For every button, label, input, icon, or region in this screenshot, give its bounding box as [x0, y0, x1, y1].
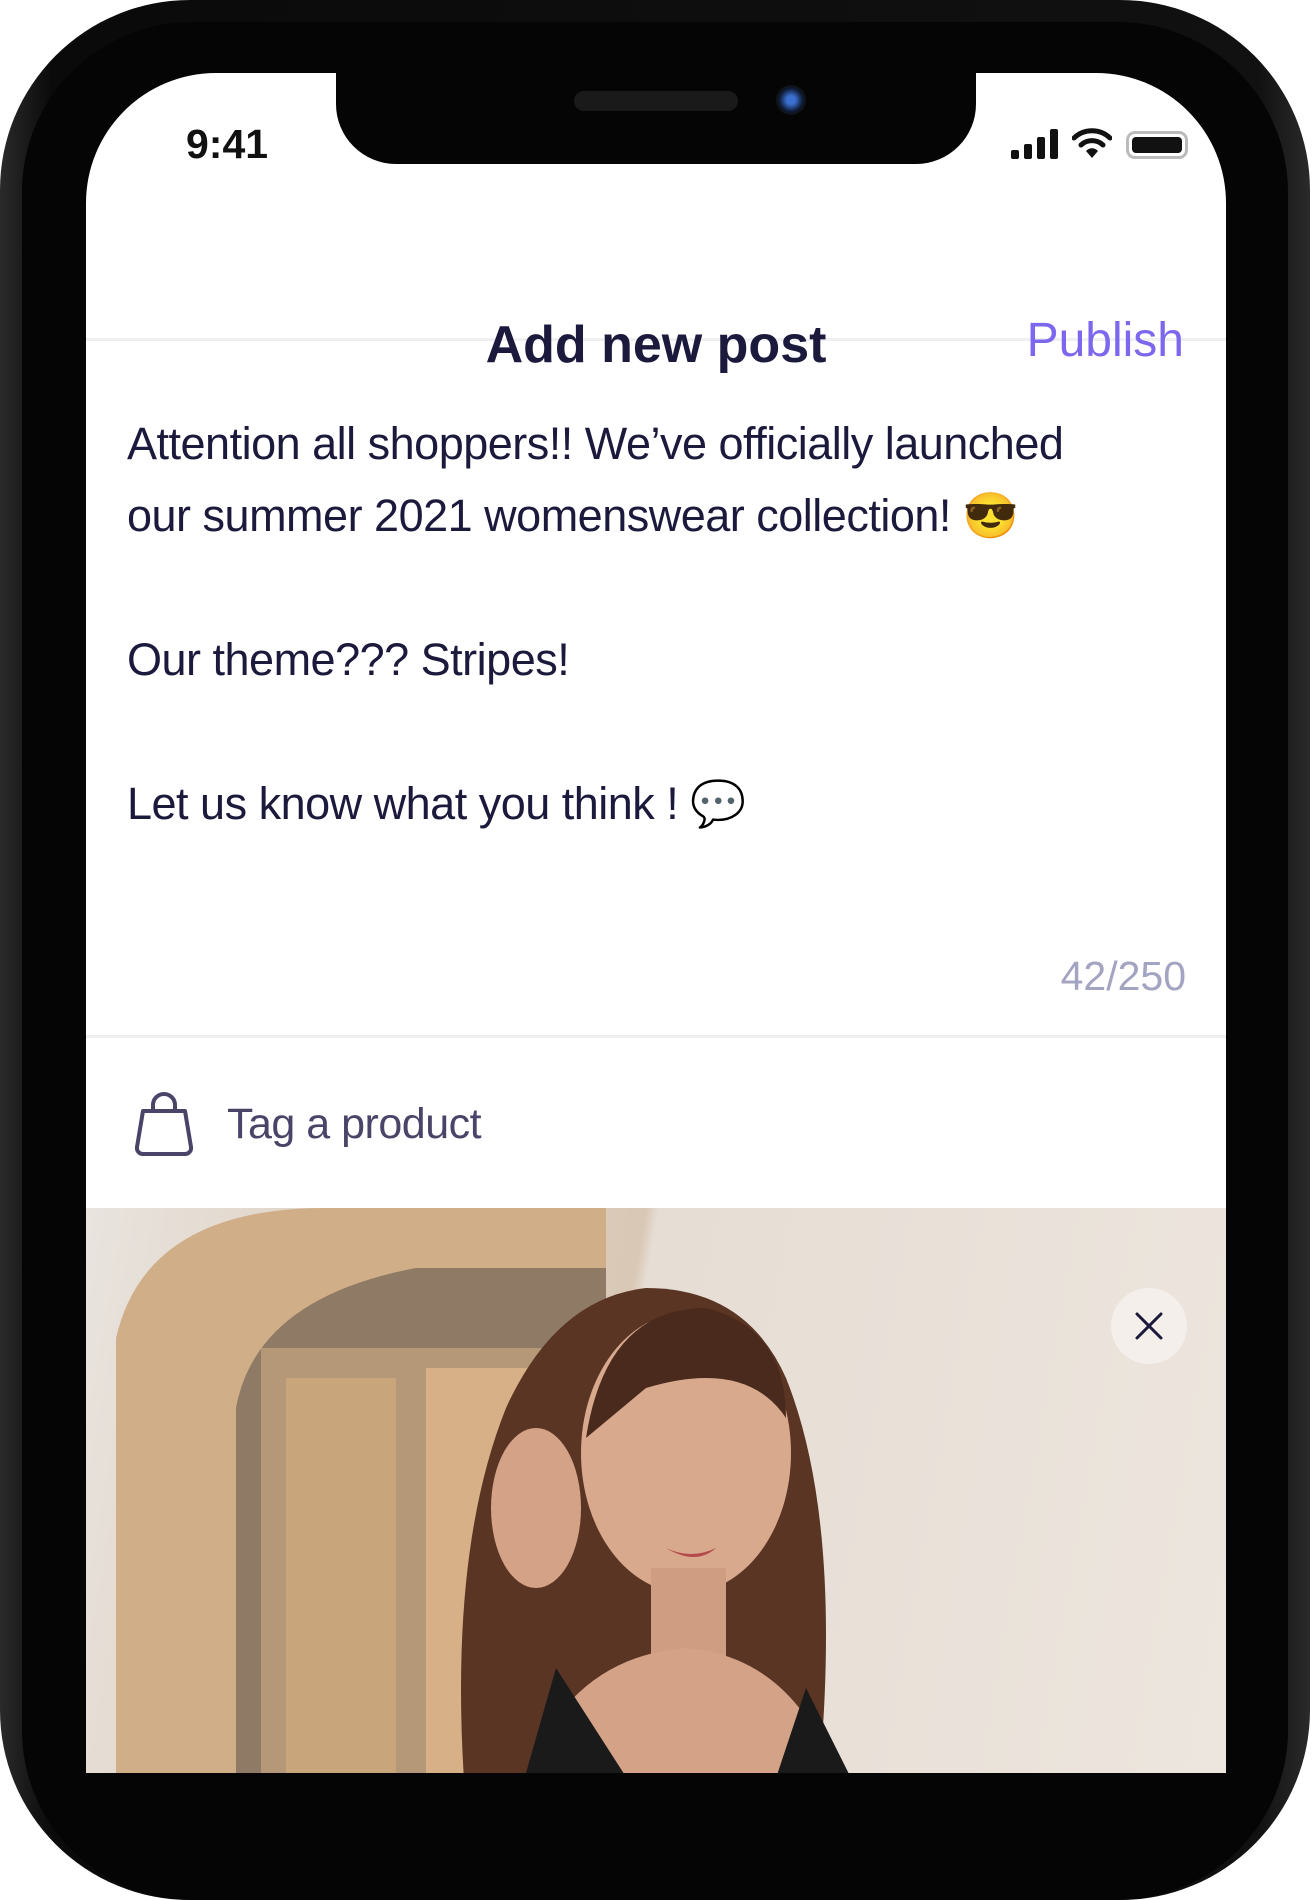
camera — [776, 85, 806, 115]
shopping-bag-icon — [134, 1092, 194, 1156]
notch — [336, 73, 976, 164]
status-icons — [1011, 127, 1188, 159]
header: Add new post Publish — [86, 223, 1226, 374]
post-line: Our theme??? Stripes! — [127, 634, 570, 685]
battery-icon — [1126, 131, 1188, 159]
speaker — [574, 91, 738, 111]
post-line: Attention all shoppers!! We’ve officiall… — [127, 418, 1064, 469]
signal-icon — [1011, 129, 1058, 159]
post-line: Let us know what you think ! 💬 — [127, 778, 746, 829]
remove-photo-button[interactable] — [1111, 1288, 1187, 1364]
screen: 9:41 Add new post Publish Attention all … — [86, 73, 1226, 1773]
wifi-icon — [1072, 128, 1112, 158]
photo-illustration — [116, 1208, 849, 1773]
publish-button[interactable]: Publish — [1027, 163, 1184, 368]
character-counter: 42/250 — [1060, 953, 1186, 999]
tag-product-button[interactable]: Tag a product — [133, 1091, 482, 1157]
post-text-input[interactable]: Attention all shoppers!! We’ve officiall… — [127, 408, 1187, 840]
post-photo — [86, 1208, 1226, 1773]
divider — [86, 1035, 1226, 1038]
status-time: 9:41 — [186, 121, 269, 167]
tag-product-label: Tag a product — [227, 1099, 482, 1148]
post-line: our summer 2021 womenswear collection! 😎 — [127, 490, 1019, 541]
close-icon — [1135, 1312, 1163, 1340]
